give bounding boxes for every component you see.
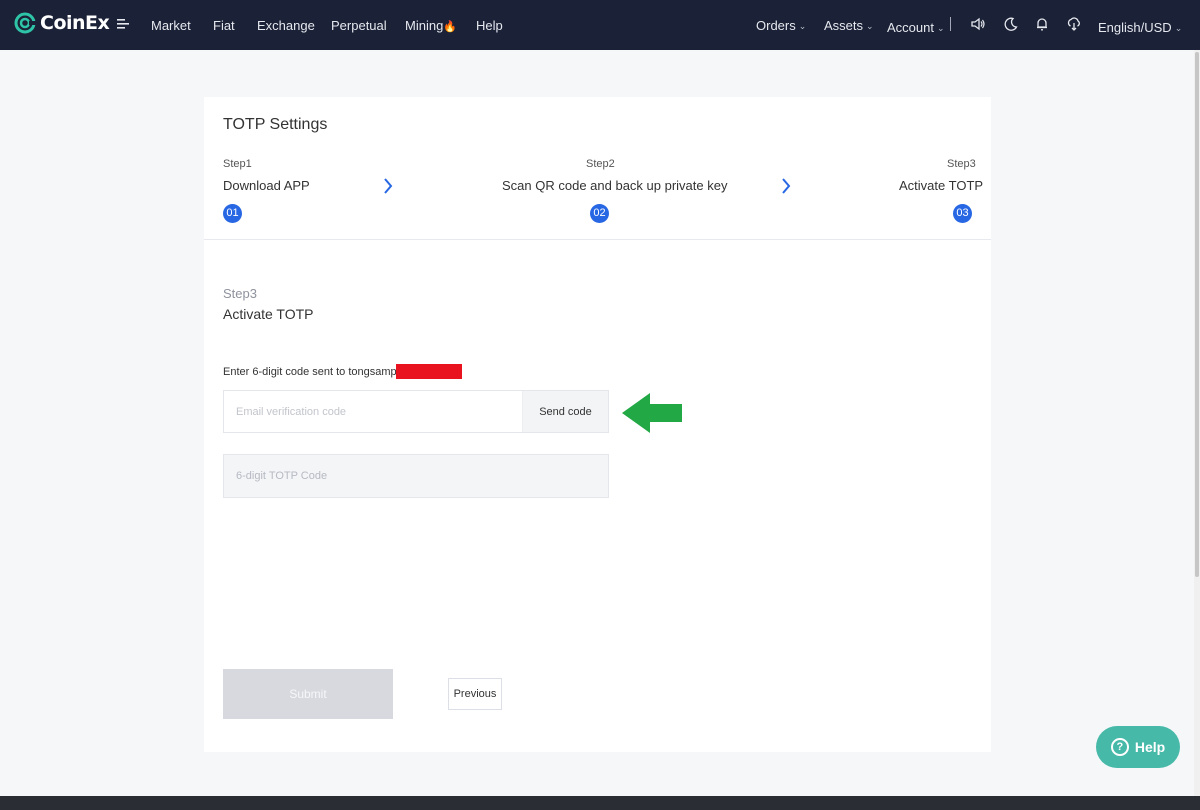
section-step-caption: Step3	[223, 286, 257, 301]
email-code-instruction: Enter 6-digit code sent to tongsampahx	[223, 366, 415, 378]
step3-number-badge: 03	[953, 204, 972, 223]
send-code-button[interactable]: Send code	[522, 391, 608, 432]
account-label: Account	[887, 20, 934, 35]
chevron-down-icon: ⌄	[936, 23, 945, 33]
chevron-down-icon: ⌄	[1174, 23, 1183, 33]
orders-label: Orders	[756, 18, 796, 33]
nav-mining[interactable]: Mining🔥	[405, 18, 457, 33]
step1-label: Download APP	[223, 178, 310, 193]
language-label: English/USD	[1098, 20, 1172, 35]
nav-mining-label: Mining	[405, 18, 444, 33]
chevron-right-icon	[782, 178, 791, 194]
email-code-field-group: Send code	[223, 390, 609, 433]
step2-caption: Step2	[586, 158, 615, 170]
nav-fiat[interactable]: Fiat	[213, 18, 235, 33]
section-title: Activate TOTP	[223, 306, 314, 322]
nav-help[interactable]: Help	[476, 18, 503, 33]
nav-market[interactable]: Market	[151, 18, 191, 33]
chevron-down-icon: ⌄	[866, 21, 874, 31]
coinex-logo[interactable]: CoinEx	[14, 12, 110, 34]
menu-icon[interactable]	[117, 17, 129, 31]
step2-label: Scan QR code and back up private key	[502, 178, 728, 193]
nav-divider	[950, 17, 951, 31]
email-redaction-bar	[396, 364, 462, 379]
chevron-down-icon: ⌄	[798, 21, 807, 31]
step1-number-badge: 01	[223, 204, 242, 223]
account-menu[interactable]: Account ⌄	[887, 20, 945, 35]
orders-menu[interactable]: Orders ⌄	[756, 18, 806, 33]
download-icon[interactable]	[1067, 17, 1081, 31]
step2-number-badge: 02	[590, 204, 609, 223]
fire-icon: 🔥	[443, 21, 457, 33]
top-navbar: CoinEx Market Fiat Exchange Perpetual Mi…	[0, 0, 1200, 50]
previous-button[interactable]: Previous	[448, 678, 502, 710]
submit-button[interactable]: Submit	[223, 669, 393, 719]
coinex-logo-icon	[14, 12, 36, 34]
question-icon: ?	[1110, 738, 1129, 756]
email-verification-code-input[interactable]	[224, 391, 524, 432]
step1-caption: Step1	[223, 158, 252, 170]
help-fab-label: Help	[1134, 739, 1166, 755]
bell-icon[interactable]	[1035, 17, 1049, 31]
totp-code-input[interactable]	[223, 454, 609, 498]
footer	[0, 796, 1200, 810]
brand-name: CoinEx	[40, 12, 110, 34]
page-title: TOTP Settings	[223, 116, 328, 133]
help-floating-button[interactable]: ? Help	[1096, 726, 1180, 768]
green-arrow-pointer-icon	[622, 393, 682, 433]
nav-perpetual[interactable]: Perpetual	[331, 18, 387, 33]
moon-icon[interactable]	[1004, 17, 1018, 31]
speaker-icon[interactable]	[971, 17, 985, 31]
step3-caption: Step3	[947, 158, 976, 170]
nav-exchange[interactable]: Exchange	[257, 18, 315, 33]
assets-label: Assets	[824, 18, 864, 33]
language-selector[interactable]: English/USD ⌄	[1098, 20, 1182, 35]
chevron-right-icon	[384, 178, 393, 194]
step3-label: Activate TOTP	[899, 178, 984, 193]
scrollbar-thumb[interactable]	[1195, 52, 1199, 577]
assets-menu[interactable]: Assets ⌄	[824, 18, 874, 33]
